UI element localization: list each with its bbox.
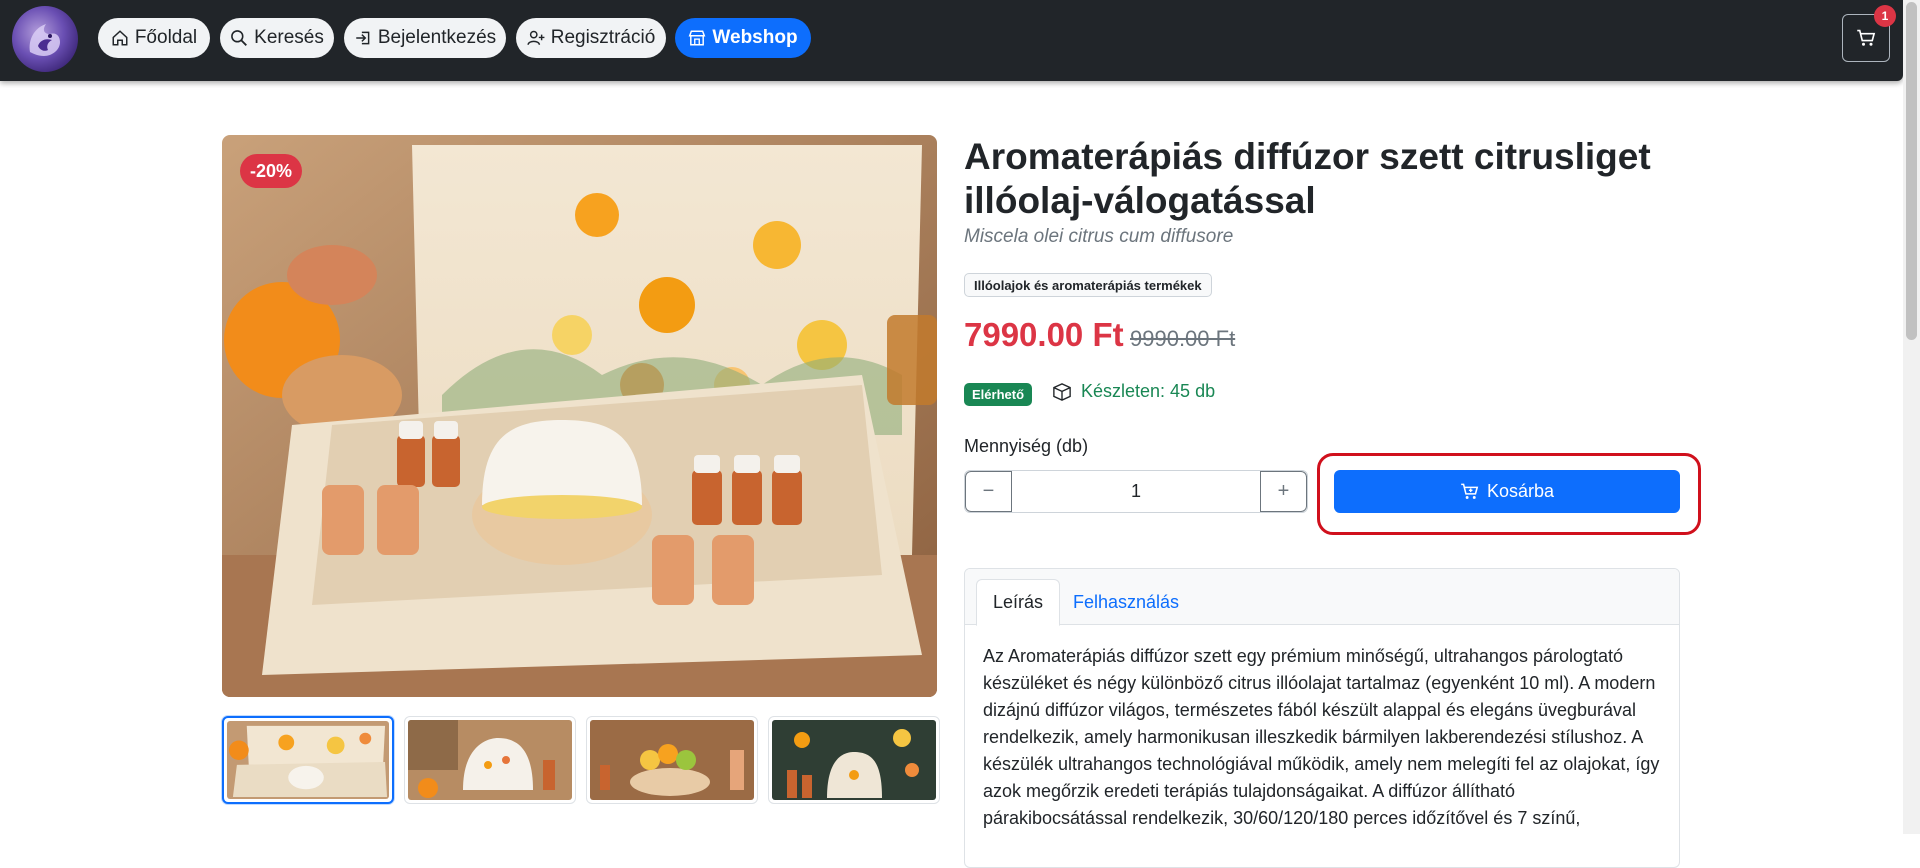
quantity-input[interactable]: 1 [1012,471,1260,512]
cart-icon [1857,29,1876,46]
search-icon [231,30,248,46]
product-old-price: 9990.00 Ft [1130,326,1236,351]
tab-usage[interactable]: Felhasználás [1057,579,1195,626]
nav-webshop-button[interactable]: Webshop [675,18,811,58]
cart-count-badge: 1 [1874,5,1896,27]
stock-text: Készleten: 45 db [1081,381,1216,401]
description-line: dizájnú diffúzor világos, természetes fá… [983,700,1637,720]
tab-description[interactable]: Leírás [976,579,1061,626]
nav-search-label: Keresés [254,27,324,48]
user-plus-icon [527,30,545,45]
product-thumbnail-3[interactable] [586,716,758,804]
quantity-increase-button[interactable]: + [1260,471,1307,512]
shop-icon [689,30,706,46]
quantity-decrease-button[interactable]: − [965,471,1012,512]
product-main-image[interactable] [222,135,937,697]
product-title: Aromaterápiás diffúzor szett citrusliget… [964,136,1651,221]
category-badge[interactable]: Illóolajok és aromaterápiás termékek [964,273,1212,297]
tab-bar: Leírás Felhasználás [965,569,1679,626]
nav-login-button[interactable]: Bejelentkezés [344,18,506,58]
product-details-card: Leírás Felhasználás Az Aromaterápiás dif… [964,568,1680,868]
nav-register-button[interactable]: Regisztráció [516,18,666,58]
add-to-cart-highlight [1317,453,1701,535]
quantity-label: Mennyiség (db) [964,436,1089,456]
scrollbar-thumb[interactable] [1906,2,1917,340]
product-thumbnail-1[interactable] [222,716,394,804]
nav-home-button[interactable]: Főoldal [98,18,210,58]
description-line: párakibocsátással rendelkezik, 30/60/120… [983,808,1581,828]
availability-badge: Elérhető [964,383,1033,406]
description-line: Az Aromaterápiás diffúzor szett egy prém… [983,646,1624,666]
product-thumbnail-4[interactable] [768,716,940,804]
description-line: azok megőrzik eredeti terápiás tulajdons… [983,781,1515,801]
box-icon [1053,382,1071,401]
site-logo[interactable] [12,6,78,72]
login-icon [356,31,370,45]
quantity-stepper: − 1 + [964,470,1308,513]
nav-register-label: Regisztráció [550,27,656,48]
stock-info: Készleten: 45 db [1052,381,1215,402]
discount-badge: -20% [240,154,302,188]
product-price: 7990.00 Ft [964,316,1124,353]
nav-search-button[interactable]: Keresés [220,18,334,58]
product-description: Az Aromaterápiás diffúzor szett egy prém… [965,625,1679,832]
nav-webshop-label: Webshop [712,27,798,48]
description-line: készülék ultrahangos technológiával műkö… [983,754,1660,774]
description-line: rendelkezik, amely harmonikusan illeszke… [983,727,1644,747]
nav-home-label: Főoldal [134,27,198,48]
product-thumbnail-2[interactable] [404,716,576,804]
dragon-logo-icon [29,24,60,56]
nav-login-label: Bejelentkezés [377,27,497,48]
home-icon [112,30,128,46]
description-line: készüléket és négy különböző citrus illó… [983,673,1656,693]
product-latin-name: Miscela olei citrus cum diffusore [964,226,1234,247]
